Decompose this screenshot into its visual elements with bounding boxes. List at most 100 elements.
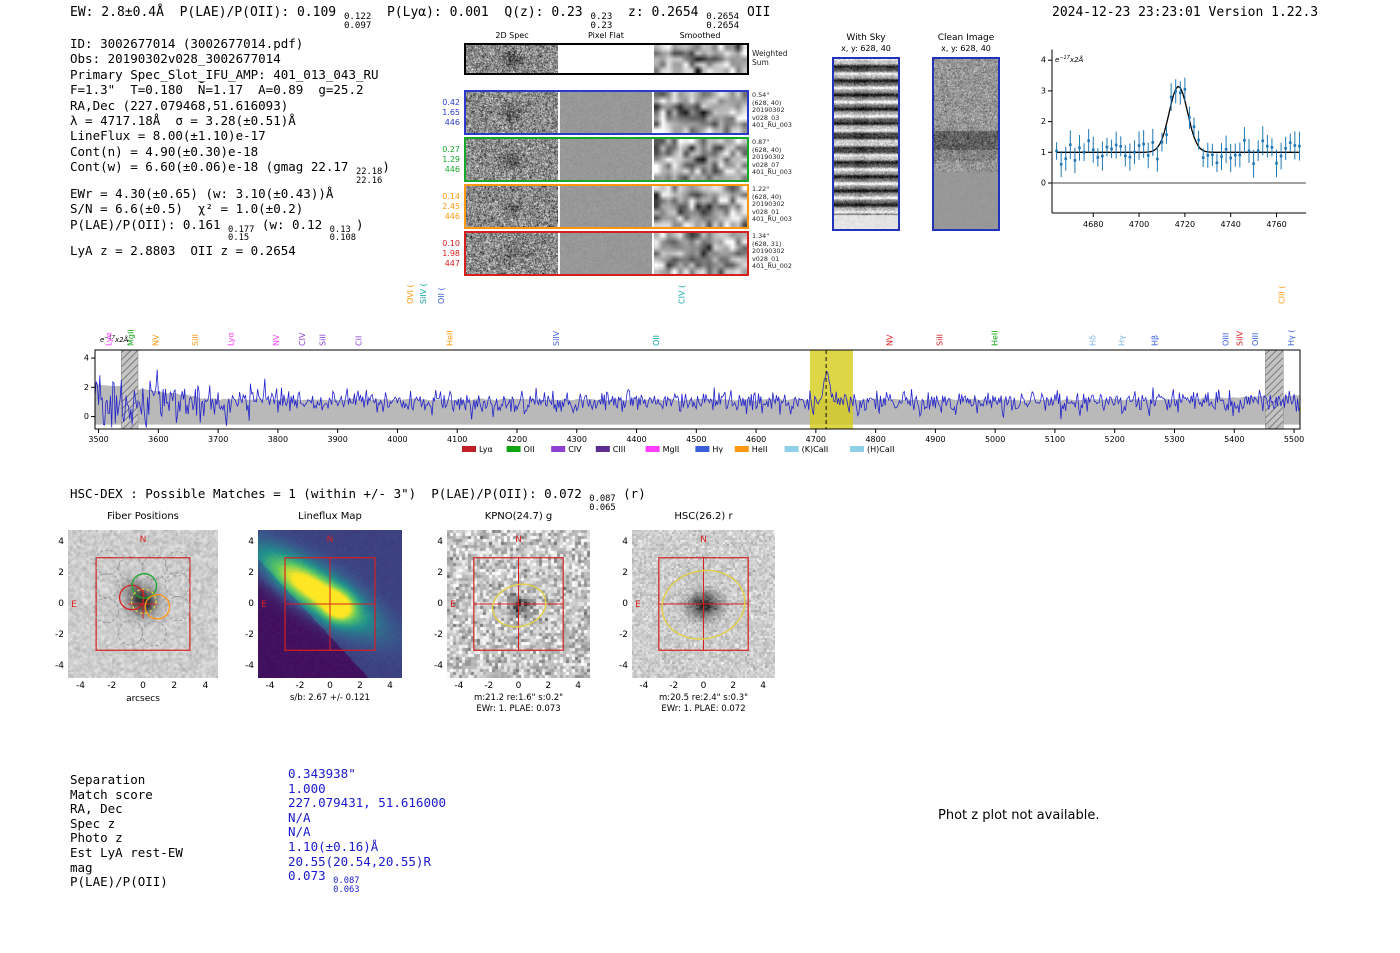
cutout-y-tick-label: 4 <box>437 537 443 548</box>
match-row-value: 227.079431, 51.616000 <box>288 795 446 810</box>
data-point <box>1261 139 1265 143</box>
emission-line-label: SiII <box>191 334 200 346</box>
plae2-uncertainty: 0.177 0.15 <box>228 225 254 244</box>
spec2d-left-label: 447 <box>444 258 460 268</box>
cont-w-pre: Cont(w) = 6.60(±0.06)e-18 (gmag 22.17 <box>70 159 356 175</box>
emission-line-label: Hγ <box>1117 335 1126 346</box>
data-point <box>1293 144 1297 147</box>
data-point <box>1183 88 1187 91</box>
emission-line-label: CII <box>355 336 364 346</box>
cutout-y-tick-label: 0 <box>58 599 64 609</box>
legend-label: (H)CaII <box>867 445 894 454</box>
data-point <box>1124 154 1127 158</box>
x-tick-label: 4800 <box>865 435 885 444</box>
data-point <box>1233 153 1237 157</box>
fiber-circle-gray <box>117 620 144 646</box>
info-sn-chi2: S/N = 6.6(±0.5) χ² = 1.0(±0.2) <box>70 201 304 217</box>
x-tick-label: 4600 <box>746 435 766 444</box>
z-uncertainty: 0.2654 0.2654 <box>706 12 739 32</box>
cutout-x-tick-label: -2 <box>295 681 305 691</box>
summary-plya-qz: P(Lyα): 0.001 Q(z): 0.23 <box>371 5 591 20</box>
cutout-title: KPNO(24.7) g <box>484 511 553 522</box>
data-point <box>1133 150 1136 154</box>
spec2d-left-label: 2.45 <box>442 201 460 211</box>
match-value-text: 0.073 <box>288 868 334 884</box>
legend-swatch <box>595 446 610 452</box>
data-point <box>1146 154 1150 157</box>
info-primary-spec: Primary Spec_Slot_IFU_AMP: 401_013_043_R… <box>70 66 379 82</box>
spec2d-left-label: 1.98 <box>442 248 460 258</box>
col-header-pixel-flat: Pixel Flat <box>588 31 624 40</box>
x-tick-label: 4680 <box>1083 220 1103 229</box>
spec2d-left-label: 0.27 <box>442 144 460 154</box>
plae-uncertainty: 0.122 0.097 <box>344 12 371 32</box>
match-row-label: P(LAE)/P(OII) <box>70 874 168 890</box>
match-value-text: 20.55(20.54,20.55)R <box>288 853 431 869</box>
data-point <box>1279 154 1283 158</box>
detection-info-block: ID: 3002677014 (3002677014.pdf) Obs: 201… <box>70 36 390 259</box>
plae2-pre: P(LAE)/P(OII): 0.161 <box>70 216 229 232</box>
x-tick-label: 4200 <box>507 435 527 444</box>
hsc-plae-uncertainty: 0.087 0.065 <box>589 494 615 513</box>
match-row-value: 1.10(±0.16)Å <box>288 839 378 854</box>
clean-image-title: Clean Image <box>937 33 995 43</box>
data-point <box>1091 148 1095 152</box>
data-point <box>1069 143 1072 147</box>
spec2d-annotation-line: 401_RU_003 <box>752 215 792 224</box>
cutout-title: Fiber Positions <box>107 511 179 522</box>
fiber-circle-orange <box>144 593 171 620</box>
data-point <box>1087 139 1090 143</box>
cutout-x-tick-label: -4 <box>76 681 85 691</box>
spec2d-image <box>466 233 558 274</box>
smoothed-image <box>654 139 747 180</box>
data-point <box>1211 153 1214 157</box>
east-indicator: E <box>450 600 456 610</box>
data-point <box>1055 149 1058 153</box>
cutout-y-tick-label: -2 <box>619 629 628 640</box>
masked-band <box>1265 349 1284 430</box>
match-row-label: RA, Dec <box>70 801 123 817</box>
smoothed-image <box>654 233 747 274</box>
emission-line-label: OII ( <box>437 287 446 304</box>
emission-line-label: SiII <box>936 334 945 346</box>
x-tick-label: 5500 <box>1284 435 1304 444</box>
data-point <box>1275 161 1278 165</box>
spec2d-row-annotation: 1.34" (628, 31) 20190302 v028_01 401_RU_002 <box>752 232 792 271</box>
cutout-x-tick-label: -4 <box>454 681 464 691</box>
data-point <box>1137 144 1141 147</box>
data-point <box>1192 125 1196 129</box>
emission-line-label: CIV ( <box>677 285 686 304</box>
fiber-circle-gray <box>141 620 167 647</box>
data-point <box>1082 150 1086 154</box>
plae2w-lo: 0.108 <box>329 233 356 244</box>
emission-line-label: OIII <box>1251 333 1260 346</box>
cutout-x-tick-label: 4 <box>760 681 766 691</box>
info-plae-poii: P(LAE)/P(OII): 0.161 0.177 0.15 (w: 0.12 … <box>70 217 390 244</box>
match-row-label: Spec z <box>70 815 116 831</box>
spec2d-left-label: 0.42 <box>442 97 460 107</box>
cutout-x-tick-label: -2 <box>669 681 679 691</box>
timestamp-version: 2024-12-23 23:23:01 Version 1.22.3 <box>1052 5 1319 20</box>
legend-swatch <box>734 446 749 452</box>
spec2d-annotation-line: 401_RU_003 <box>752 168 792 177</box>
aperture-ellipse <box>492 583 547 628</box>
hsc-dex-post: (r) <box>615 486 646 501</box>
legend-swatch <box>784 446 799 452</box>
match-lo: 0.063 <box>333 884 360 895</box>
classification-label: OII <box>739 5 771 20</box>
spec2d-image <box>466 92 558 133</box>
pixel-flat-image <box>560 45 652 73</box>
data-point <box>1206 153 1210 157</box>
info-seeing: F=1.3" T=0.180 N̄=1.17 A=0.89 g=25.2 <box>70 82 364 98</box>
y-tick-label: 0 <box>84 412 89 421</box>
data-point <box>1252 162 1255 165</box>
data-point <box>1160 140 1164 144</box>
legend-label: HeII <box>752 445 768 454</box>
cutout-y-tick-label: 0 <box>248 599 254 609</box>
emission-line-label: OIII <box>1221 333 1230 346</box>
info-cont-n: Cont(n) = 4.90(±0.30)e-18 <box>70 143 259 159</box>
x-tick-label: 4740 <box>1221 220 1241 229</box>
emission-line-label: NV <box>151 334 160 346</box>
spec2d-row-left-labels: 0.14 2.45 446 <box>426 192 460 222</box>
info-lineflux: LineFlux = 8.00(±1.10)e-17 <box>70 128 266 144</box>
